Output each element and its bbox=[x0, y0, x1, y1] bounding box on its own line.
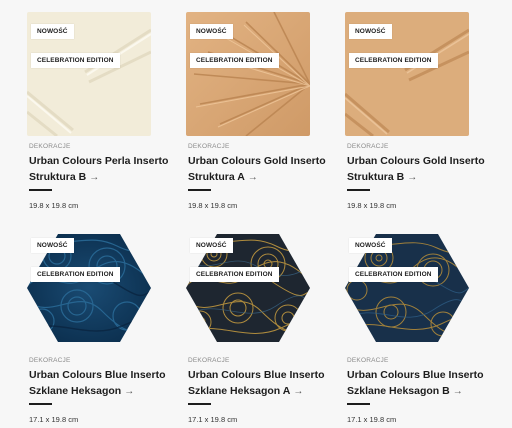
product-title[interactable]: Urban Colours Gold Inserto Struktura B → bbox=[347, 154, 487, 185]
product-size: 17.1 x 19.8 cm bbox=[29, 415, 79, 424]
product-title-line1: Urban Colours Gold Inserto bbox=[188, 155, 326, 167]
product-title[interactable]: Urban Colours Blue Inserto Szklane Heksa… bbox=[29, 368, 169, 399]
badge-new: NOWOŚĆ bbox=[190, 24, 233, 39]
product-category: DEKORACJE bbox=[347, 143, 389, 150]
arrow-right-icon: → bbox=[247, 171, 258, 183]
product-title[interactable]: Urban Colours Blue Inserto Szklane Heksa… bbox=[347, 368, 487, 399]
arrow-right-icon: → bbox=[293, 385, 304, 397]
badge-new: NOWOŚĆ bbox=[190, 238, 233, 253]
product-title-line2: Szklane Heksagon B bbox=[347, 384, 450, 397]
product-category: DEKORACJE bbox=[29, 143, 71, 150]
product-title-line1: Urban Colours Gold Inserto bbox=[347, 155, 485, 167]
product-title[interactable]: Urban Colours Perla Inserto Struktura B → bbox=[29, 154, 169, 185]
title-underline bbox=[347, 403, 370, 405]
product-size: 19.8 x 19.8 cm bbox=[347, 201, 397, 210]
title-underline bbox=[347, 189, 370, 191]
product-size: 19.8 x 19.8 cm bbox=[188, 201, 238, 210]
product-size: 17.1 x 19.8 cm bbox=[347, 415, 397, 424]
title-underline bbox=[188, 403, 211, 405]
title-underline bbox=[29, 189, 52, 191]
product-category: DEKORACJE bbox=[188, 143, 230, 150]
product-title-line2: Szklane Heksagon A bbox=[188, 384, 291, 397]
product-title-line1: Urban Colours Blue Inserto bbox=[188, 369, 325, 381]
badge-celebration-edition: CELEBRATION EDITION bbox=[349, 267, 438, 282]
arrow-right-icon: → bbox=[452, 385, 463, 397]
product-title[interactable]: Urban Colours Blue Inserto Szklane Heksa… bbox=[188, 368, 328, 399]
badge-new: NOWOŚĆ bbox=[31, 24, 74, 39]
badge-celebration-edition: CELEBRATION EDITION bbox=[31, 267, 120, 282]
product-category: DEKORACJE bbox=[347, 357, 389, 364]
product-title[interactable]: Urban Colours Gold Inserto Struktura A → bbox=[188, 154, 328, 185]
title-underline bbox=[188, 189, 211, 191]
product-grid: NOWOŚĆ CELEBRATION EDITION DEKORACJE Urb… bbox=[0, 0, 512, 428]
product-title-line1: Urban Colours Perla Inserto bbox=[29, 155, 169, 167]
product-title-line2: Struktura B bbox=[29, 170, 87, 183]
product-title-line2: Szklane Heksagon bbox=[29, 384, 122, 397]
product-category: DEKORACJE bbox=[188, 357, 230, 364]
badge-new: NOWOŚĆ bbox=[31, 238, 74, 253]
title-underline bbox=[29, 403, 52, 405]
arrow-right-icon: → bbox=[89, 171, 100, 183]
badge-new: NOWOŚĆ bbox=[349, 24, 392, 39]
product-title-line1: Urban Colours Blue Inserto bbox=[347, 369, 484, 381]
product-size: 19.8 x 19.8 cm bbox=[29, 201, 79, 210]
badge-celebration-edition: CELEBRATION EDITION bbox=[31, 53, 120, 68]
arrow-right-icon: → bbox=[407, 171, 418, 183]
product-title-line2: Struktura B bbox=[347, 170, 405, 183]
badge-celebration-edition: CELEBRATION EDITION bbox=[190, 53, 279, 68]
product-category: DEKORACJE bbox=[29, 357, 71, 364]
product-title-line2: Struktura A bbox=[188, 170, 245, 183]
badge-new: NOWOŚĆ bbox=[349, 238, 392, 253]
arrow-right-icon: → bbox=[124, 385, 135, 397]
badge-celebration-edition: CELEBRATION EDITION bbox=[190, 267, 279, 282]
product-title-line1: Urban Colours Blue Inserto bbox=[29, 369, 166, 381]
badge-celebration-edition: CELEBRATION EDITION bbox=[349, 53, 438, 68]
product-size: 17.1 x 19.8 cm bbox=[188, 415, 238, 424]
